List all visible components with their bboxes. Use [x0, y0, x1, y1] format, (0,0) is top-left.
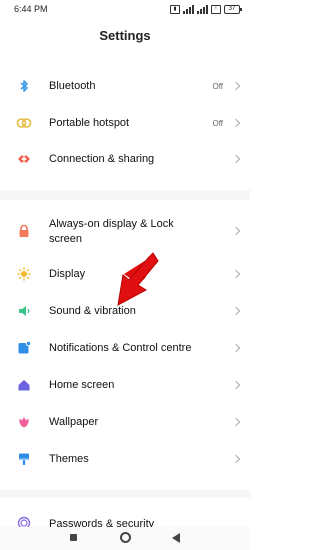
- chevron-right-icon: [231, 81, 241, 91]
- setting-row-passwords[interactable]: Passwords & security: [0, 513, 250, 527]
- home-icon: [16, 377, 32, 393]
- setting-label: Home screen: [49, 379, 115, 391]
- setting-row-connection[interactable]: Connection & sharing: [0, 148, 250, 170]
- setting-label: Portable hotspot: [49, 117, 130, 129]
- home-button[interactable]: [120, 532, 131, 543]
- chevron-right-icon: [231, 269, 241, 279]
- setting-label: Wallpaper: [49, 416, 99, 428]
- setting-row-hotspot[interactable]: Portable hotspot Off: [0, 112, 250, 134]
- chevron-right-icon: [231, 343, 241, 353]
- wallpaper-flower-icon: [16, 414, 32, 430]
- setting-row-home-screen[interactable]: Home screen: [0, 374, 250, 396]
- chevron-right-icon: [231, 118, 241, 128]
- speaker-icon: [16, 303, 32, 319]
- notification-icon: [16, 340, 32, 356]
- sim-card-icon: ▮: [170, 5, 180, 14]
- bluetooth-icon: [16, 78, 32, 94]
- fingerprint-icon: [16, 515, 32, 527]
- recents-button[interactable]: [70, 534, 77, 541]
- setting-row-bluetooth[interactable]: Bluetooth Off: [0, 75, 250, 97]
- setting-label: Connection & sharing: [49, 153, 155, 165]
- back-button[interactable]: [172, 533, 180, 543]
- status-time: 6:44 PM: [14, 4, 48, 14]
- setting-row-themes[interactable]: Themes: [0, 448, 250, 470]
- setting-row-notifications[interactable]: Notifications & Control centre: [0, 337, 250, 359]
- setting-label: Passwords & security: [49, 518, 155, 527]
- setting-row-wallpaper[interactable]: Wallpaper: [0, 411, 250, 433]
- chevron-right-icon: [231, 154, 241, 164]
- setting-label: Sound & vibration: [49, 305, 136, 317]
- setting-label: Themes: [49, 453, 89, 465]
- chevron-right-icon: [231, 454, 241, 464]
- signal-icon: [183, 5, 194, 14]
- setting-row-always-on-display[interactable]: Always-on display & Lock screen: [0, 215, 250, 247]
- chevron-right-icon: [231, 417, 241, 427]
- setting-value: Off: [212, 119, 223, 128]
- setting-label: Display: [49, 268, 86, 280]
- brush-icon: [16, 451, 32, 467]
- chevron-right-icon: [231, 306, 241, 316]
- setting-row-sound[interactable]: Sound & vibration: [0, 300, 250, 322]
- setting-row-display[interactable]: Display: [0, 263, 250, 285]
- section-divider: [0, 190, 250, 200]
- chevron-right-icon: [231, 226, 241, 236]
- sun-icon: [16, 266, 32, 282]
- setting-label: Always-on display & Lock screen: [49, 218, 174, 245]
- status-icons: ▮ ! 37: [170, 5, 242, 14]
- alert-icon: !: [211, 5, 221, 14]
- lock-icon: [16, 223, 32, 239]
- setting-value: Off: [212, 82, 223, 91]
- connection-sharing-icon: [16, 151, 32, 167]
- setting-label: Notifications & Control centre: [49, 342, 192, 354]
- battery-icon: 37: [224, 5, 242, 14]
- setting-label: Bluetooth: [49, 80, 96, 92]
- signal-icon-2: [197, 5, 208, 14]
- status-bar: 6:44 PM ▮ ! 37: [0, 0, 250, 22]
- page-title: Settings: [99, 28, 151, 43]
- section-divider: [0, 490, 250, 498]
- hotspot-icon: [16, 115, 32, 131]
- navigation-bar: [0, 527, 250, 550]
- chevron-right-icon: [231, 380, 241, 390]
